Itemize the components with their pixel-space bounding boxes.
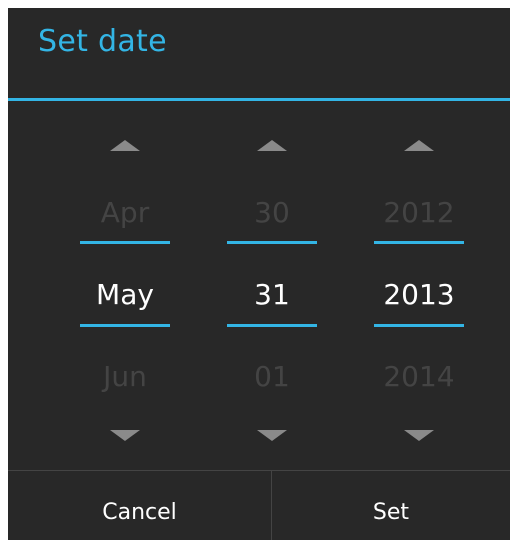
month-selection-line-top <box>80 241 170 244</box>
day-previous-value[interactable]: 30 <box>217 197 327 229</box>
year-increment-icon[interactable] <box>404 140 434 151</box>
day-decrement-icon[interactable] <box>257 430 287 441</box>
year-picker[interactable]: 2012 2013 2014 <box>364 101 474 470</box>
year-next-value[interactable]: 2014 <box>364 361 474 393</box>
button-bar: Cancel Set <box>8 470 510 540</box>
day-next-value[interactable]: 01 <box>217 361 327 393</box>
month-picker[interactable]: Apr May Jun <box>70 101 180 470</box>
month-current-value[interactable]: May <box>70 279 180 311</box>
cancel-button[interactable]: Cancel <box>8 471 272 540</box>
year-decrement-icon[interactable] <box>404 430 434 441</box>
dialog-title: Set date <box>38 24 167 59</box>
year-selection-line-bottom <box>374 324 464 327</box>
month-next-value[interactable]: Jun <box>70 361 180 393</box>
day-selection-line-bottom <box>227 324 317 327</box>
year-current-value[interactable]: 2013 <box>364 279 474 311</box>
year-previous-value[interactable]: 2012 <box>364 197 474 229</box>
month-decrement-icon[interactable] <box>110 430 140 441</box>
day-selection-line-top <box>227 241 317 244</box>
date-picker-dialog: Set date Apr May Jun 30 31 01 2012 2013 … <box>8 8 510 540</box>
day-current-value[interactable]: 31 <box>217 279 327 311</box>
month-previous-value[interactable]: Apr <box>70 197 180 229</box>
year-selection-line-top <box>374 241 464 244</box>
month-selection-line-bottom <box>80 324 170 327</box>
set-button[interactable]: Set <box>272 471 510 540</box>
day-picker[interactable]: 30 31 01 <box>217 101 327 470</box>
month-increment-icon[interactable] <box>110 140 140 151</box>
day-increment-icon[interactable] <box>257 140 287 151</box>
